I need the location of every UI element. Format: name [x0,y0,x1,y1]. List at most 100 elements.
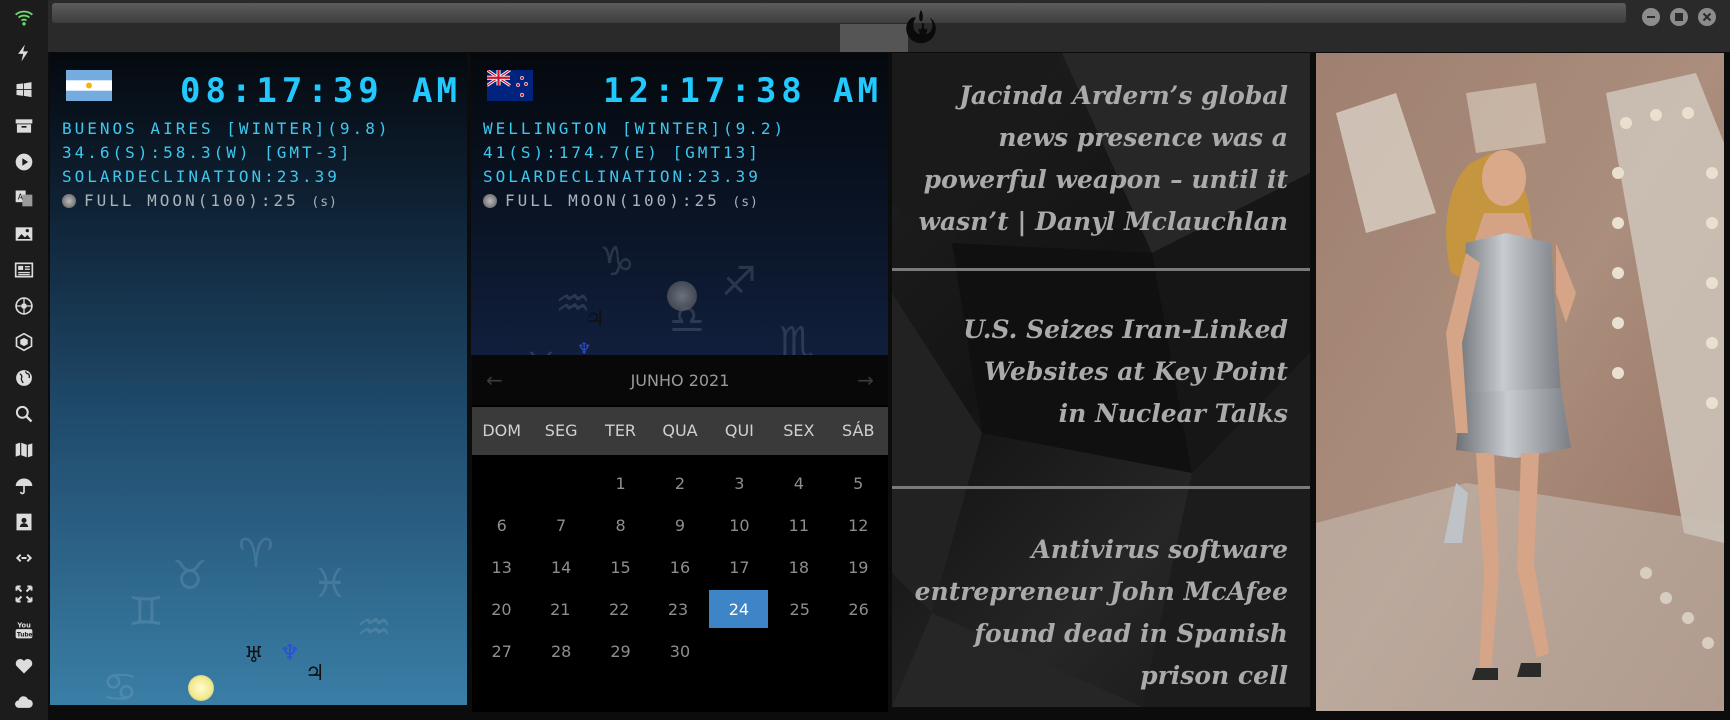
new-zealand-flag-icon [487,70,533,101]
photo-panel [1316,53,1724,711]
calendar-week-row: 6 7 8 9 10 11 12 [472,504,888,546]
zodiac-aquarius-icon: ♒ [356,605,392,651]
maximize-icon [1675,13,1683,21]
heart-icon[interactable] [12,654,36,678]
news-headline[interactable]: Jacinda Ardern’s global news presence wa… [908,75,1288,243]
calendar-day[interactable]: 24 [709,590,769,628]
calendar-week-row: 27 28 29 30 [472,630,888,672]
calendar-week-row: 12345 [472,462,888,504]
lightning-icon[interactable] [12,41,36,65]
zodiac-aries-icon: ♈ [238,531,274,577]
svg-text:You: You [16,622,31,630]
calendar-day[interactable]: 4 [769,462,828,504]
cloud-icon[interactable] [12,690,36,714]
calendar-day[interactable]: 9 [650,504,709,546]
zodiac-capricorn-icon: ♑ [599,239,635,285]
svg-text:Tube: Tube [17,632,33,638]
address-field[interactable] [52,3,1626,23]
minimize-button[interactable] [1642,8,1660,26]
calendar-day[interactable]: 5 [829,462,888,504]
calendar-day[interactable]: 13 [472,546,531,588]
calendar-day[interactable]: 22 [590,588,649,630]
calendar-week-row: 13 14 15 16 17 18 19 [472,546,888,588]
wifi-icon[interactable] [12,6,36,30]
news-headline[interactable]: U.S. Seizes Iran-Linked Websites at Key … [948,309,1288,435]
search-icon[interactable] [12,402,36,426]
calendar-day[interactable]: 8 [591,504,650,546]
calendar-day[interactable]: 14 [531,546,590,588]
calendar-day[interactable]: 11 [769,504,828,546]
logo-tab[interactable] [840,24,908,52]
calendar-day[interactable]: 3 [710,462,769,504]
calendar-day[interactable]: 15 [591,546,650,588]
zodiac-sagittarius-icon: ♐ [721,259,757,305]
hexagon-icon[interactable] [12,330,36,354]
calendar-day[interactable]: 19 [829,546,888,588]
contact-card-icon[interactable] [12,510,36,534]
calendar-next-button[interactable]: → [857,368,874,392]
calendar-weekdays: DOM SEG TER QUA QUI SEX SÁB [472,407,888,455]
calendar-day[interactable]: 23 [649,588,708,630]
calendar-empty-cell [531,462,590,504]
moon-disc-icon [667,281,697,311]
calendar-day[interactable]: 28 [531,630,590,672]
svg-text:A: A [18,193,24,202]
calendar-day[interactable]: 20 [472,588,531,630]
galactic-icon[interactable] [12,294,36,318]
calendar-day[interactable]: 27 [472,630,531,672]
calendar-empty-cell [829,630,888,672]
planet-uranus-icon: ♅ [244,643,264,668]
calendar-day[interactable]: 30 [650,630,709,672]
clock-panel-wellington: 12:17:38 AM WELLINGTON [WINTER](9.2) 41(… [471,53,888,355]
maximize-button[interactable] [1670,8,1688,26]
fullscreen-icon[interactable] [12,582,36,606]
planet-jupiter-icon: ♃ [305,661,325,686]
calendar-day[interactable]: 2 [650,462,709,504]
sidebar: A You Tube [0,0,48,720]
calendar-day[interactable]: 6 [472,504,531,546]
fashion-photo[interactable] [1316,53,1724,711]
link-icon[interactable] [12,546,36,570]
rebel-alliance-icon[interactable] [902,8,940,46]
map-icon[interactable] [12,438,36,462]
weekday-label: SEX [783,421,815,440]
calendar-day[interactable]: 10 [710,504,769,546]
calendar-day[interactable]: 29 [591,630,650,672]
calendar-day[interactable]: 1 [591,462,650,504]
image-icon[interactable] [12,222,36,246]
news-divider [892,486,1310,489]
weekday-label: SEG [544,421,578,440]
calendar-day[interactable]: 21 [531,588,590,630]
umbrella-icon[interactable] [12,474,36,498]
calendar-month-title: JUNHO 2021 [630,371,730,390]
moon-phase-suffix: (s) [311,195,338,210]
calendar-day[interactable]: 7 [531,504,590,546]
clock-location: WELLINGTON [WINTER](9.2) [483,119,787,138]
news-icon[interactable] [12,258,36,282]
calendar-day[interactable]: 16 [650,546,709,588]
clock-moon-phase: FULL MOON(100):25 (s) [62,191,338,210]
globe-icon[interactable] [12,366,36,390]
calendar-day[interactable]: 12 [829,504,888,546]
close-icon [1702,12,1712,22]
weekday-label: TER [605,421,637,440]
calendar-day[interactable]: 26 [829,588,888,630]
play-icon[interactable] [12,150,36,174]
weekday-label: DOM [482,421,522,440]
clock-coordinates: 34.6(S):58.3(W) [GMT-3] [62,143,353,162]
archive-icon[interactable] [12,114,36,138]
minimize-icon [1647,16,1655,18]
windows-icon[interactable] [12,78,36,102]
planet-neptune-icon: ♆ [280,641,300,666]
weekday-label: QUI [724,421,754,440]
news-headline[interactable]: Antivirus software entrepreneur John McA… [908,529,1288,697]
translate-icon[interactable]: A [12,186,36,210]
calendar-day[interactable]: 17 [710,546,769,588]
weekday-label: QUA [662,421,698,440]
calendar-day[interactable]: 25 [770,588,829,630]
clock-solar-declination: SOLARDECLINATION:23.39 [62,167,340,186]
close-button[interactable] [1698,8,1716,26]
youtube-icon[interactable]: You Tube [12,618,36,642]
calendar-day[interactable]: 18 [769,546,828,588]
weekday-label: SÁB [842,421,875,440]
